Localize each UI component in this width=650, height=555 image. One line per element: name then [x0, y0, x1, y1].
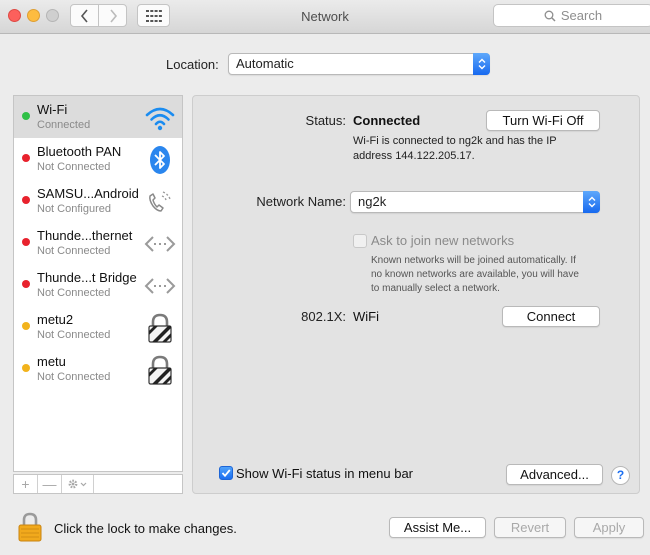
- service-status: Not Connected: [37, 245, 111, 257]
- service-item-wifi[interactable]: Wi-Fi Connected: [14, 96, 182, 138]
- status-value: Connected: [353, 113, 421, 128]
- turn-wifi-off-button[interactable]: Turn Wi-Fi Off: [486, 110, 600, 131]
- phone-icon: [149, 191, 171, 212]
- detail-panel: Status: Connected Turn Wi-Fi Off Wi-Fi i…: [192, 95, 640, 494]
- service-name: metu2: [37, 312, 74, 327]
- apply-button[interactable]: Apply: [574, 517, 644, 538]
- dot1x-label: 802.1X:: [301, 309, 346, 324]
- status-description-line2: address 144.122.205.17.: [353, 150, 475, 162]
- show-wifi-status-checkbox[interactable]: [219, 466, 233, 480]
- revert-button[interactable]: Revert: [494, 517, 566, 538]
- service-name: metu: [37, 354, 66, 369]
- checkmark-icon: [221, 469, 231, 478]
- dot1x-value: WiFi: [353, 309, 379, 324]
- status-label: Status:: [305, 113, 346, 128]
- title-bar: Network Search: [0, 0, 650, 34]
- service-name: Thunde...thernet: [37, 228, 133, 243]
- lock-icon[interactable]: [17, 511, 43, 543]
- search-input[interactable]: Search: [493, 4, 650, 27]
- status-dot: [22, 280, 30, 288]
- service-status: Not Connected: [37, 371, 111, 383]
- service-name: Thunde...t Bridge: [37, 270, 137, 285]
- service-item-metu2[interactable]: metu2 Not Connected: [14, 306, 182, 348]
- search-icon: [544, 10, 556, 22]
- network-name-select[interactable]: ng2k: [350, 191, 600, 213]
- vpn-lock-icon: [148, 313, 172, 343]
- help-button[interactable]: ?: [611, 466, 630, 485]
- wifi-icon: [145, 107, 175, 131]
- status-dot: [22, 238, 30, 246]
- status-dot: [22, 112, 30, 120]
- assist-me-button[interactable]: Assist Me...: [389, 517, 486, 538]
- service-list[interactable]: Wi-Fi Connected Bluetooth PAN Not Connec…: [13, 95, 183, 472]
- network-name-label: Network Name:: [256, 194, 346, 209]
- show-wifi-status-label: Show Wi-Fi status in menu bar: [236, 466, 414, 481]
- status-dot: [22, 196, 30, 204]
- gear-menu-button[interactable]: [62, 475, 94, 493]
- status-dot: [22, 154, 30, 162]
- network-name-value: ng2k: [358, 194, 387, 209]
- service-name: Wi-Fi: [37, 102, 68, 117]
- status-dot: [22, 364, 30, 372]
- ethernet-icon: [144, 278, 176, 294]
- ask-join-hint-line3: to manually select a network.: [371, 283, 500, 294]
- gear-icon: [68, 479, 86, 489]
- location-select[interactable]: Automatic: [228, 53, 490, 75]
- service-name: SAMSU...Android: [37, 186, 139, 201]
- service-item-metu[interactable]: metu Not Connected: [14, 348, 182, 390]
- service-status: Not Configured: [37, 203, 111, 215]
- remove-service-button[interactable]: —: [38, 475, 62, 493]
- lock-text: Click the lock to make changes.: [54, 521, 237, 536]
- status-dot: [22, 322, 30, 330]
- ask-join-hint-line1: Known networks will be joined automatica…: [371, 255, 576, 266]
- location-value: Automatic: [236, 56, 294, 71]
- service-item-thunderbolt-bridge[interactable]: Thunde...t Bridge Not Connected: [14, 264, 182, 306]
- vpn-lock-icon: [148, 355, 172, 385]
- connect-button[interactable]: Connect: [502, 306, 600, 327]
- service-status: Not Connected: [37, 329, 111, 341]
- service-name: Bluetooth PAN: [37, 144, 122, 159]
- search-placeholder: Search: [560, 8, 603, 23]
- service-list-toolbar: + —: [13, 474, 183, 494]
- updown-chevron-icon: [583, 191, 600, 213]
- service-item-samsung-android[interactable]: SAMSU...Android Not Configured: [14, 180, 182, 222]
- location-label: Location:: [166, 57, 219, 72]
- service-status: Connected: [37, 119, 91, 131]
- advanced-button[interactable]: Advanced...: [506, 464, 603, 485]
- ethernet-icon: [144, 236, 176, 252]
- service-item-bluetooth-pan[interactable]: Bluetooth PAN Not Connected: [14, 138, 182, 180]
- ask-join-hint-line2: no known networks are available, you wil…: [371, 269, 579, 280]
- service-status: Not Connected: [37, 287, 111, 299]
- bluetooth-icon: [150, 146, 170, 174]
- service-status: Not Connected: [37, 161, 111, 173]
- ask-join-checkbox[interactable]: [353, 234, 367, 248]
- status-description-line1: Wi-Fi is connected to ng2k and has the I…: [353, 135, 557, 147]
- updown-chevron-icon: [473, 53, 490, 75]
- add-service-button[interactable]: +: [14, 475, 38, 493]
- service-item-thunderbolt-ethernet[interactable]: Thunde...thernet Not Connected: [14, 222, 182, 264]
- ask-join-label: Ask to join new networks: [371, 233, 515, 248]
